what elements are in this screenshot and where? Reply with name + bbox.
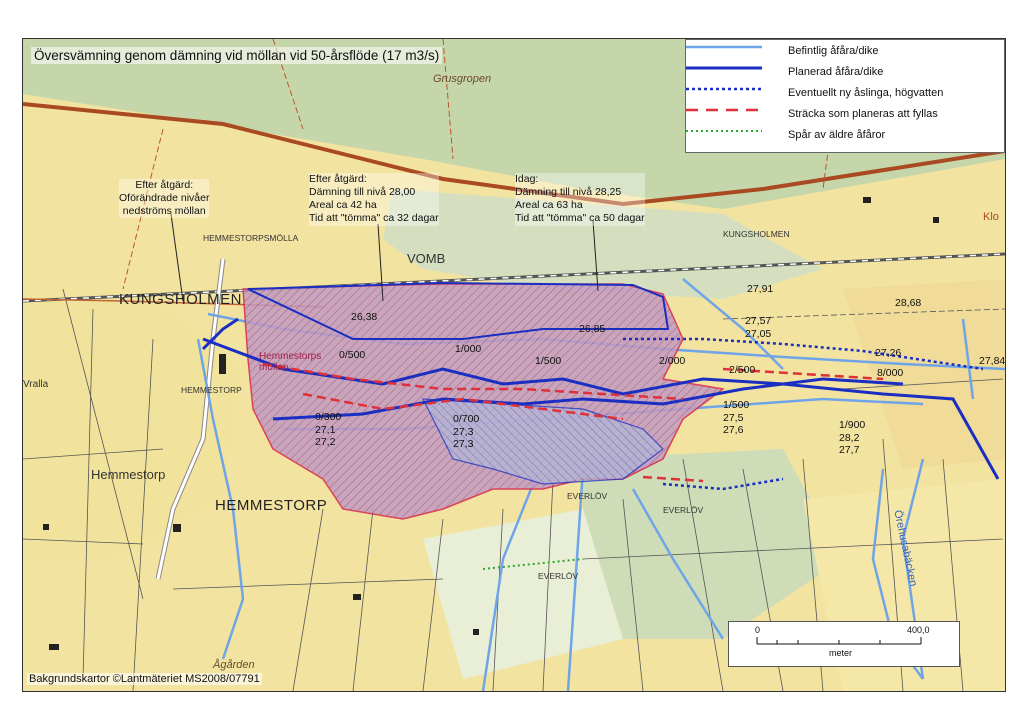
level-value: 27,7 [839, 444, 860, 457]
level-value: 27,3 [453, 425, 474, 438]
legend-item: Planerad åfåra/dike [686, 65, 1004, 83]
level-value: 27,1 [315, 423, 336, 436]
level-label-group: 0/700 27,3 27,3 [453, 413, 479, 451]
legend-line-fill-icon [686, 108, 762, 112]
scale-ruler-icon [756, 637, 922, 645]
legend-line-existing-icon [686, 45, 762, 49]
scale-bar: 0 400,0 meter [728, 621, 960, 667]
legend-item: Spår av äldre åfåror [686, 128, 1004, 146]
chainage-value: 1/900 [839, 419, 866, 431]
place-hemmestorp-mill: Hemmestorps möllan [259, 351, 322, 373]
chainage-label: 2/000 [659, 355, 686, 367]
level-value: 27,2 [315, 436, 336, 449]
level-value: 27,57 [745, 315, 772, 327]
place-everlov-2: EVERLÖV [663, 505, 704, 515]
level-label-group: 1/500 27,5 27,6 [723, 399, 749, 437]
legend-item: Befintlig åfåra/dike [686, 44, 1004, 62]
legend-label: Eventuellt ny åslinga, högvatten [788, 87, 944, 99]
place-kungsholmen-small: KUNGSHOLMEN [723, 229, 790, 239]
chainage-value: 0/700 [453, 413, 480, 425]
anno-line: Tid att "tömma" ca 32 dagar [309, 212, 439, 225]
annotation-after: Efter åtgärd: Dämning till nivå 28,00 Ar… [309, 173, 439, 226]
anno-line: Dämning till nivå 28,00 [309, 186, 416, 199]
legend-label: Spår av äldre åfåror [788, 129, 886, 141]
level-label: 28,68 [895, 297, 922, 309]
legend-label: Befintlig åfåra/dike [788, 45, 879, 57]
level-label: 27,26 [875, 347, 902, 359]
anno-line: nedströms möllan [122, 205, 206, 218]
anno-line: Idag: [515, 173, 539, 185]
chainage-label: 2/500 [729, 364, 756, 376]
place-hemmestorp-big: HEMMESTORP [215, 497, 328, 514]
flood-map: Översvämning genom dämning vid möllan vi… [22, 38, 1006, 692]
scale-unit: meter [829, 648, 853, 658]
level-label: 26,38 [351, 311, 378, 323]
level-value: 27,3 [453, 438, 474, 451]
anno-line: Areal ca 42 ha [309, 199, 377, 212]
level-label: 27,91 [747, 283, 774, 295]
place-hemmestorp-small: HEMMESTORP [181, 385, 242, 395]
level-label-pair: 27,57 27,05 [745, 315, 771, 340]
chainage-value: 1/500 [723, 399, 750, 411]
anno-line: Areal ca 63 ha [515, 199, 583, 212]
place-hemmestorp: Hemmestorp [91, 467, 166, 482]
anno-line: Efter åtgärd: [309, 173, 367, 185]
place-vralla: Vralla [23, 379, 49, 390]
chainage-label: 0/500 [339, 349, 366, 361]
annotation-today: Idag: Dämning till nivå 28,25 Areal ca 6… [515, 173, 645, 226]
level-value: 27,5 [723, 411, 744, 424]
level-label-group: 1/900 28,2 27,7 [839, 419, 865, 457]
legend-line-planned-icon [686, 66, 762, 70]
place-hemmestorpsmolla: HEMMESTORPSMÖLLA [203, 233, 299, 243]
level-value: 28,2 [839, 431, 860, 444]
place-kungsholmen: KUNGSHOLMEN [119, 291, 243, 308]
map-legend: Befintlig åfåra/dike Planerad åfåra/dike… [685, 39, 1005, 153]
map-title: Översvämning genom dämning vid möllan vi… [31, 47, 443, 64]
level-label-group: 0/300 27,1 27,2 [315, 411, 341, 449]
anno-line: Oförändrade nivåer [119, 192, 210, 205]
level-label: 26,85 [579, 323, 606, 335]
chainage-value: 0/300 [315, 411, 342, 423]
chainage-label: 1/500 [535, 355, 562, 367]
annotation-downstream: Efter åtgärd: Oförändrade nivåer nedströ… [119, 179, 210, 219]
place-klo: Klo [983, 211, 999, 223]
level-value: 27,6 [723, 424, 744, 437]
legend-item: Sträcka som planeras att fyllas [686, 107, 1004, 125]
chainage-label: 1/000 [455, 343, 482, 355]
legend-label: Planerad åfåra/dike [788, 66, 884, 78]
map-credit: Bakgrundskartor ©Lantmäteriet MS2008/077… [27, 673, 262, 685]
place-everlov-3: EVERLÖV [538, 571, 579, 581]
anno-line: Tid att "tömma" ca 50 dagar [515, 212, 645, 225]
place-grusgropen: Grusgropen [433, 73, 492, 85]
legend-item: Eventuellt ny åslinga, högvatten [686, 86, 1004, 104]
legend-line-old-icon [686, 130, 762, 132]
legend-label: Sträcka som planeras att fyllas [788, 108, 938, 120]
place-agarden: Ågården [213, 659, 255, 671]
place-vomb: VOMB [407, 251, 446, 266]
chainage-label: 8/000 [877, 367, 904, 379]
anno-line: Efter åtgärd: [135, 179, 194, 191]
level-value: 27,05 [745, 327, 772, 340]
level-label: 27,84 [979, 355, 1006, 367]
place-everlov-1: EVERLÖV [567, 491, 608, 501]
legend-line-loop-icon [686, 87, 762, 91]
anno-line: Dämning till nivå 28,25 [515, 186, 622, 199]
